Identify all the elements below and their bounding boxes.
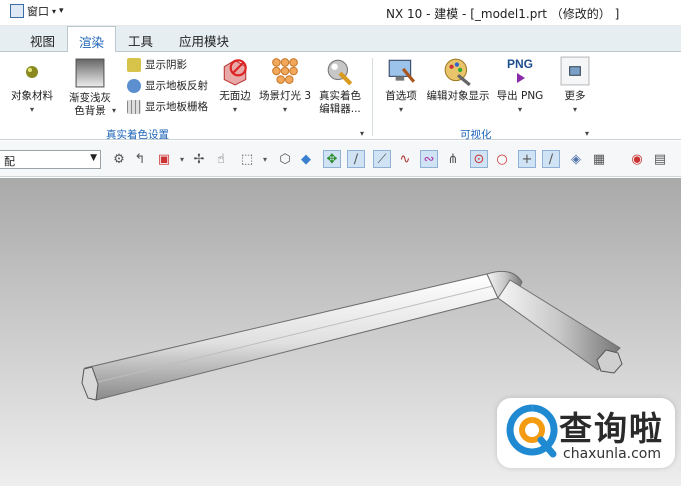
shading-editor-button[interactable]: 真实着色 编辑器... bbox=[316, 56, 364, 116]
export-png-label: 导出 PNG bbox=[496, 90, 544, 102]
show-shadow-label: 显示阴影 bbox=[145, 59, 187, 71]
point-on-curve-icon[interactable]: ∕ bbox=[542, 150, 560, 168]
ribbon-panel: 对象材料 ▾ 渐变浅灰 色背景 ▾ 显示阴影 显示地板反射 显示地板栅格 无面边… bbox=[0, 52, 681, 141]
gradient-bg-label-2: 色背景 bbox=[74, 105, 106, 117]
end-point-icon[interactable]: ∕ bbox=[347, 150, 365, 168]
window-icon[interactable] bbox=[10, 4, 24, 18]
bounded-grid-icon[interactable]: ▦ bbox=[590, 150, 608, 168]
scene-lights-button[interactable]: 场景灯光 3 ▾ bbox=[257, 56, 313, 116]
mid-point-icon[interactable]: ⟋ bbox=[373, 150, 391, 168]
edit-object-display-icon bbox=[444, 58, 471, 86]
type-filter-value: 配 bbox=[4, 155, 15, 168]
dropdown-icon[interactable]: ▾ bbox=[52, 7, 56, 16]
window-title: NX 10 - 建模 - [_model1.prt （修改的） ] bbox=[386, 7, 620, 21]
snap-point-icon[interactable]: ✢ bbox=[190, 150, 208, 168]
chevron-down-icon: ▾ bbox=[572, 105, 577, 114]
group-expand-icon[interactable]: ▾ bbox=[585, 129, 589, 138]
tab-tools[interactable]: 工具 bbox=[128, 31, 153, 50]
intersection-icon[interactable]: ⋔ bbox=[444, 150, 462, 168]
cube-icon[interactable]: ◆ bbox=[297, 150, 315, 168]
chevron-down-icon: ▾ bbox=[232, 105, 237, 114]
shading-editor-label-1: 真实着色 bbox=[319, 90, 361, 102]
select-all-icon[interactable]: ⚙ bbox=[110, 150, 128, 168]
shading-editor-icon bbox=[327, 59, 353, 86]
magnifier-logo-icon bbox=[506, 404, 558, 458]
group-expand-icon[interactable]: ▾ bbox=[360, 129, 364, 138]
deselect-icon[interactable]: ↰ bbox=[131, 150, 149, 168]
title-bar: 窗口 ▾ ▾ NX 10 - 建模 - [_model1.prt （修改的） ] bbox=[0, 0, 681, 26]
shading-editor-label-2: 编辑器... bbox=[319, 103, 361, 115]
floor-reflection-icon bbox=[127, 78, 141, 93]
selection-scope-icon[interactable]: ▣ bbox=[155, 150, 173, 168]
type-filter-select[interactable]: 配 ▼ bbox=[0, 150, 101, 169]
object-material-label: 对象材料 bbox=[11, 90, 53, 102]
group-label-shading: 真实着色设置 bbox=[106, 129, 169, 141]
chevron-down-icon[interactable]: ▾ bbox=[173, 150, 191, 168]
spline-point-icon[interactable]: ∾ bbox=[420, 150, 438, 168]
selection-toolbar: 配 ▼ ⚙ ↰ ▣ ▾ ✢ ☝ ⬚ ▾ ⬡ ◆ ✥ ∕ ⟋ ∿ ∾ ⋔ ⊙ ○ … bbox=[0, 141, 681, 177]
edit-object-display-button[interactable]: 编辑对象显示 bbox=[423, 56, 493, 103]
quadrant-point-icon[interactable]: ○ bbox=[493, 150, 511, 168]
ribbon-tabs: 视图 渲染 工具 应用模块 bbox=[0, 26, 681, 53]
no-face-edges-label: 无面边 bbox=[219, 90, 251, 102]
snap-all-icon[interactable]: ✥ bbox=[323, 150, 341, 168]
more-icon bbox=[560, 56, 590, 86]
more-button[interactable]: 更多 ▾ bbox=[557, 56, 593, 116]
arc-center-icon[interactable]: ⊙ bbox=[470, 150, 488, 168]
rectangle-select-icon[interactable]: ⬚ bbox=[238, 150, 256, 168]
scene-lights-label: 场景灯光 3 bbox=[258, 90, 312, 102]
tab-render[interactable]: 渲染 bbox=[67, 26, 117, 53]
export-png-icon: PNG bbox=[507, 57, 533, 83]
tab-application[interactable]: 应用模块 bbox=[179, 31, 229, 50]
chevron-down-icon: ▾ bbox=[282, 105, 287, 114]
no-face-edges-icon bbox=[223, 59, 247, 86]
snap-view-icon[interactable]: ◉ bbox=[628, 150, 646, 168]
solid-body-icon[interactable]: ⬡ bbox=[276, 150, 294, 168]
point-on-surface-icon[interactable]: ◈ bbox=[567, 150, 585, 168]
chevron-down-icon: ▾ bbox=[398, 105, 403, 114]
chevron-down-icon[interactable]: ▾ bbox=[256, 150, 274, 168]
floor-grid-icon bbox=[127, 99, 141, 114]
curve-point-icon[interactable]: ∿ bbox=[396, 150, 414, 168]
group-label-visualization: 可视化 bbox=[460, 129, 492, 141]
chevron-down-icon: ▼ bbox=[90, 153, 97, 163]
material-sphere-icon bbox=[26, 66, 38, 78]
site-watermark: 查询啦 chaxunla.com bbox=[497, 398, 675, 468]
chevron-down-icon: ▾ bbox=[29, 105, 34, 114]
gradient-background-button[interactable]: 渐变浅灰 色背景 bbox=[63, 58, 117, 118]
gradient-background-icon bbox=[75, 58, 105, 88]
pick-icon[interactable]: ☝ bbox=[212, 150, 230, 168]
existing-point-icon[interactable]: + bbox=[518, 150, 536, 168]
more-label: 更多 bbox=[564, 90, 586, 102]
watermark-title: 查询啦 bbox=[559, 409, 664, 448]
customize-quick-access-icon[interactable]: ▾ bbox=[59, 6, 64, 16]
show-shadow-toggle[interactable]: 显示阴影 bbox=[127, 57, 187, 72]
tab-view[interactable]: 视图 bbox=[30, 31, 55, 50]
watermark-url: chaxunla.com bbox=[563, 446, 661, 462]
show-floor-grid-toggle[interactable]: 显示地板栅格 bbox=[127, 99, 208, 114]
object-material-button[interactable]: 对象材料 ▾ bbox=[8, 58, 56, 116]
scene-lights-icon bbox=[272, 58, 298, 84]
show-view-icon[interactable]: ▤ bbox=[651, 150, 669, 168]
export-png-button[interactable]: PNG 导出 PNG ▾ bbox=[494, 56, 546, 116]
preferences-icon bbox=[388, 59, 416, 83]
gradient-bg-label-1: 渐变浅灰 bbox=[69, 92, 111, 104]
gradient-dropdown-icon[interactable]: ▾ bbox=[112, 106, 116, 115]
edit-object-display-label: 编辑对象显示 bbox=[426, 90, 490, 102]
no-face-edges-button[interactable]: 无面边 ▾ bbox=[214, 56, 256, 116]
shadow-icon bbox=[127, 57, 141, 72]
window-menu-label[interactable]: 窗口 bbox=[27, 3, 49, 19]
chevron-down-icon: ▾ bbox=[517, 105, 522, 114]
preferences-label: 首选项 bbox=[385, 90, 417, 102]
png-icon-text: PNG bbox=[507, 57, 533, 71]
preferences-button[interactable]: 首选项 ▾ bbox=[382, 56, 420, 116]
show-floor-grid-label: 显示地板栅格 bbox=[145, 101, 208, 113]
show-floor-reflection-label: 显示地板反射 bbox=[145, 80, 208, 92]
show-floor-reflection-toggle[interactable]: 显示地板反射 bbox=[127, 78, 208, 93]
group-separator bbox=[372, 58, 373, 136]
quick-access-toolbar: 窗口 ▾ ▾ bbox=[10, 3, 64, 19]
